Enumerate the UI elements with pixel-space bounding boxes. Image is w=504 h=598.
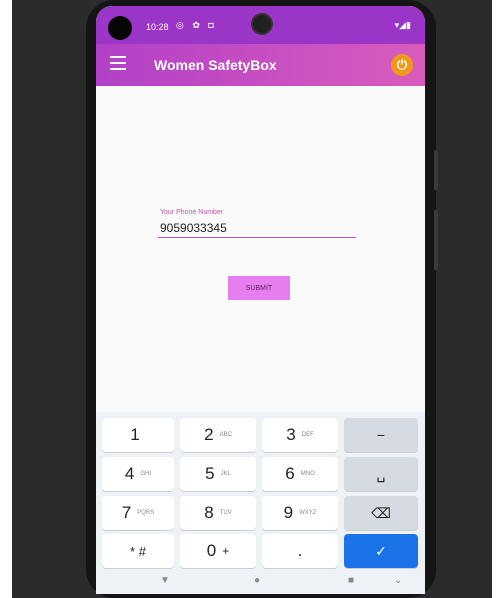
power-icon[interactable]: ⏻ xyxy=(391,54,413,76)
back-icon[interactable]: ▼ xyxy=(160,575,170,586)
status-time: 10:28 xyxy=(146,22,169,32)
power-side-button xyxy=(434,210,438,270)
key-6[interactable]: 6 MNO xyxy=(262,457,338,491)
phone-number-input[interactable] xyxy=(158,219,356,238)
app-bar: Women SafetyBox ⏻ xyxy=(96,44,425,86)
numeric-keyboard: 1 2 ABC 3 DEF − 4 GHI 5 JKL 6 MNO ␣ 7 PQRS 8 TU… xyxy=(96,412,425,570)
submit-button[interactable]: SUBMIT xyxy=(228,276,290,300)
signal-battery-icons: ▾◢▮ xyxy=(394,20,411,30)
app-title: Women SafetyBox xyxy=(154,57,277,73)
phone-screen: 10:28 ◎ ✿ ◘ ▾◢▮ Women SafetyBox ⏻ Your P… xyxy=(96,6,425,594)
key-1[interactable]: 1 xyxy=(102,418,174,452)
space-key[interactable]: ␣ xyxy=(344,457,418,491)
key-0[interactable]: 0 + xyxy=(180,534,256,568)
status-bar: 10:28 ◎ ✿ ◘ ▾◢▮ xyxy=(96,6,425,44)
keyboard-hide-icon[interactable]: ⌄ xyxy=(394,575,402,586)
home-icon[interactable]: ● xyxy=(254,575,260,586)
done-key[interactable]: ✓ xyxy=(344,534,418,568)
front-camera xyxy=(251,13,273,35)
key-8[interactable]: 8 TUV xyxy=(180,496,256,530)
key-star-hash[interactable]: * # xyxy=(102,534,174,568)
recents-icon[interactable]: ■ xyxy=(348,575,354,586)
volume-button xyxy=(434,150,438,190)
key-9[interactable]: 9 WXYZ xyxy=(262,496,338,530)
camera-cutout xyxy=(108,16,132,40)
minus-key[interactable]: − xyxy=(344,418,418,452)
menu-icon[interactable] xyxy=(110,56,126,70)
key-2[interactable]: 2 ABC xyxy=(180,418,256,452)
notification-icons: ◎ ✿ ◘ xyxy=(176,20,217,30)
navigation-bar: ▼ ● ■ ⌄ xyxy=(96,570,425,594)
key-5[interactable]: 5 JKL xyxy=(180,457,256,491)
key-period[interactable]: . xyxy=(262,534,338,568)
key-3[interactable]: 3 DEF xyxy=(262,418,338,452)
backspace-key[interactable]: ⌫ xyxy=(344,496,418,530)
key-4[interactable]: 4 GHI xyxy=(102,457,174,491)
key-7[interactable]: 7 PQRS xyxy=(102,496,174,530)
phone-number-label: Your Phone Number xyxy=(160,209,224,216)
